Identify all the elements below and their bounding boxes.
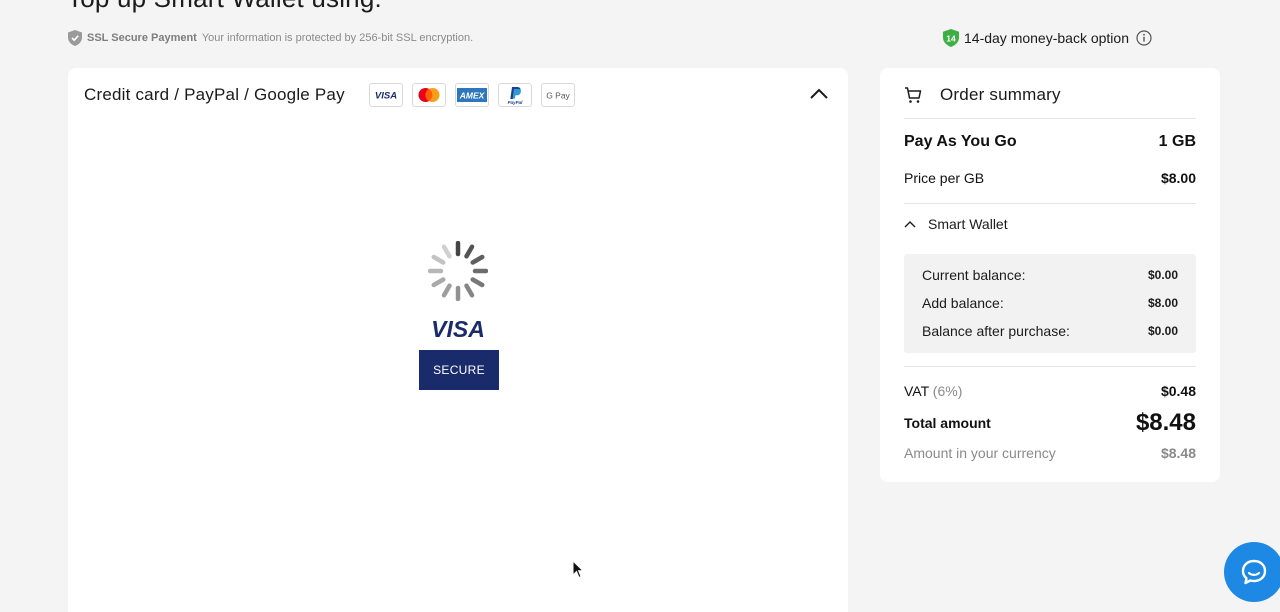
money-back-label: 14-day money-back option [964, 30, 1129, 46]
order-summary-header: Order summary [904, 84, 1061, 106]
plan-row: Pay As You Go 1 GB [904, 132, 1196, 152]
plan-amount: 1 GB [1158, 133, 1196, 150]
secure-badge: SECURE [419, 350, 499, 390]
chat-launcher-button[interactable] [1224, 542, 1280, 602]
currency-row: Amount in your currency $8.48 [904, 443, 1196, 463]
order-summary-title: Order summary [940, 85, 1061, 104]
money-back-badge-icon: 14 [943, 29, 959, 47]
smart-wallet-details: Current balance: $0.00 Add balance: $8.0… [904, 254, 1196, 353]
chat-bubble-icon [1241, 559, 1267, 585]
svg-text:PayPal: PayPal [507, 100, 523, 105]
spinner-spoke [470, 277, 485, 288]
svg-text:VISA: VISA [431, 316, 485, 340]
total-value: $8.48 [1135, 409, 1196, 436]
vat-percent: (6%) [932, 383, 963, 399]
chevron-up-icon [904, 221, 916, 228]
visa-secure-logo: VISA [431, 316, 485, 340]
ssl-text: Your information is protected by 256-bit… [201, 32, 474, 44]
loading-spinner-icon [428, 241, 488, 301]
price-value: $8.00 [1160, 170, 1196, 186]
wallet-row: Balance after purchase: $0.00 [922, 322, 1178, 340]
vat-row: VAT (6%) $0.48 [904, 381, 1196, 401]
vat-label-group: VAT (6%) [904, 383, 962, 399]
money-back-badge-number: 14 [946, 34, 956, 44]
currency-value: $8.48 [1160, 445, 1196, 461]
spinner-spoke [464, 283, 475, 298]
svg-text:G Pay: G Pay [546, 91, 570, 101]
page-heading: Top up Smart Wallet using: [67, 0, 382, 13]
divider [904, 366, 1196, 367]
wallet-row-value: $0.00 [1147, 324, 1178, 338]
payment-loader: VISA SECURE [419, 241, 499, 391]
price-label: Price per GB [904, 170, 985, 186]
money-back-notice: 14 14-day money-back option [943, 29, 1152, 47]
mouse-cursor-icon [572, 560, 584, 579]
spinner-spoke [441, 244, 452, 259]
wallet-row: Current balance: $0.00 [922, 266, 1178, 284]
currency-label: Amount in your currency [904, 445, 1056, 461]
divider [904, 118, 1196, 119]
total-row: Total amount $8.48 [904, 409, 1196, 437]
info-icon[interactable] [1136, 30, 1152, 46]
wallet-row-label: Balance after purchase: [922, 323, 1070, 339]
wallet-row-label: Add balance: [922, 295, 1004, 311]
payment-method-panel: Credit card / PayPal / Google Pay VISA A… [68, 68, 848, 612]
payment-method-title: Credit card / PayPal / Google Pay [84, 85, 345, 104]
spinner-spoke [464, 244, 475, 259]
amex-logo: AMEX [454, 83, 489, 107]
page: Top up Smart Wallet using: SSL Secure Pa… [0, 0, 1280, 612]
shield-icon [68, 30, 82, 46]
spinner-spoke [431, 254, 446, 265]
chevron-up-icon[interactable] [808, 85, 830, 103]
wallet-row-label: Current balance: [922, 267, 1026, 283]
order-summary-panel: Order summary Pay As You Go 1 GB Price p… [880, 68, 1220, 482]
wallet-row: Add balance: $8.00 [922, 294, 1178, 312]
mastercard-logo [411, 83, 446, 107]
plan-name: Pay As You Go [904, 133, 1017, 150]
svg-text:VISA: VISA [375, 91, 397, 101]
svg-text:AMEX: AMEX [459, 91, 486, 101]
paypal-logo: PayPal [497, 83, 532, 107]
payment-method-header[interactable]: Credit card / PayPal / Google Pay VISA A… [84, 82, 584, 108]
wallet-row-value: $8.00 [1147, 296, 1178, 310]
visa-logo: VISA [368, 83, 403, 107]
spinner-spoke [431, 277, 446, 288]
price-row: Price per GB $8.00 [904, 168, 1196, 188]
spinner-spoke [470, 254, 485, 265]
gpay-logo: G Pay [540, 83, 575, 107]
divider [904, 203, 1196, 204]
cart-icon [905, 87, 922, 103]
spinner-spoke [441, 283, 452, 298]
vat-label: VAT [904, 383, 929, 399]
smart-wallet-toggle[interactable]: Smart Wallet [904, 214, 1008, 234]
vat-value: $0.48 [1160, 383, 1196, 399]
wallet-row-value: $0.00 [1147, 268, 1178, 282]
total-label: Total amount [904, 415, 991, 431]
ssl-notice: SSL Secure Payment Your information is p… [68, 30, 473, 46]
ssl-title: SSL Secure Payment [87, 32, 197, 44]
smart-wallet-label: Smart Wallet [928, 216, 1008, 232]
